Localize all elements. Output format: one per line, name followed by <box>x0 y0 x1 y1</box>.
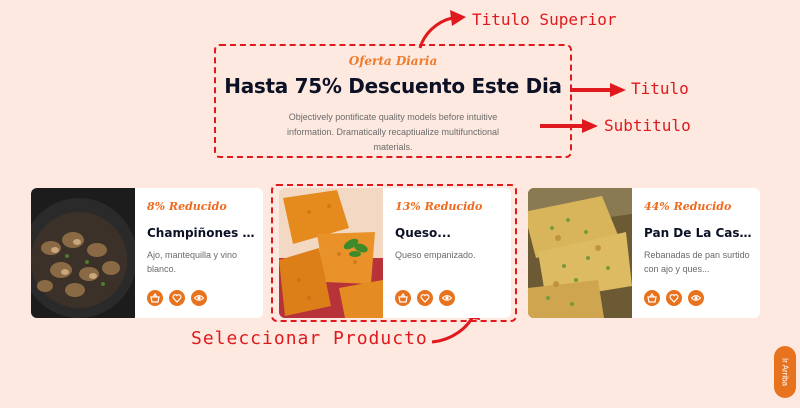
header-section: Oferta Diaria Hasta 75% Descuento Este D… <box>214 44 572 158</box>
heart-icon <box>669 294 679 303</box>
annotation-select-product: Seleccionar Producto <box>191 328 428 349</box>
page-title: Hasta 75% Descuento Este Dia <box>224 74 562 98</box>
selected-product-highlight <box>271 184 517 322</box>
heart-icon <box>172 294 182 303</box>
annotation-subtitle: Subtitulo <box>604 116 691 135</box>
wishlist-button[interactable] <box>666 290 682 306</box>
arrowhead-title <box>610 83 626 97</box>
product-actions <box>147 290 207 306</box>
product-image-garlic-bread <box>528 188 632 318</box>
product-card[interactable]: 44% Reducido Pan De La Cas... Rebanadas … <box>528 188 760 318</box>
product-info: 44% Reducido Pan De La Cas... Rebanadas … <box>644 200 752 276</box>
kicker-text: Oferta Diaria <box>348 54 438 68</box>
wishlist-button[interactable] <box>169 290 185 306</box>
basket-icon <box>647 293 657 303</box>
annotation-top-title: Titulo Superior <box>472 10 617 29</box>
add-to-cart-button[interactable] <box>644 290 660 306</box>
quick-view-button[interactable] <box>688 290 704 306</box>
eye-icon <box>691 295 701 301</box>
basket-icon <box>150 293 160 303</box>
discount-label: 8% Reducido <box>147 200 227 213</box>
eye-icon <box>194 295 204 301</box>
product-info: 8% Reducido Champiñones ... Ajo, mantequ… <box>147 200 255 276</box>
quick-view-button[interactable] <box>191 290 207 306</box>
arrowhead-subtitle <box>582 119 598 133</box>
add-to-cart-button[interactable] <box>147 290 163 306</box>
discount-label: 44% Reducido <box>644 200 732 213</box>
product-name[interactable]: Champiñones ... <box>147 226 255 240</box>
go-top-button[interactable]: Ir Arriba <box>774 346 796 398</box>
product-name[interactable]: Pan De La Cas... <box>644 226 752 240</box>
product-actions <box>644 290 704 306</box>
page-subtitle: Objectively pontificate quality models b… <box>286 112 500 152</box>
product-description: Rebanadas de pan surtido con ajo y ques.… <box>644 250 750 274</box>
go-top-label: Ir Arriba <box>780 357 790 386</box>
product-description: Ajo, mantequilla y vino blanco. <box>147 250 238 274</box>
product-image-mushrooms <box>31 188 135 318</box>
arrowhead-top-title <box>450 10 466 26</box>
annotation-title: Titulo <box>631 79 689 98</box>
product-card[interactable]: 8% Reducido Champiñones ... Ajo, mantequ… <box>31 188 263 318</box>
